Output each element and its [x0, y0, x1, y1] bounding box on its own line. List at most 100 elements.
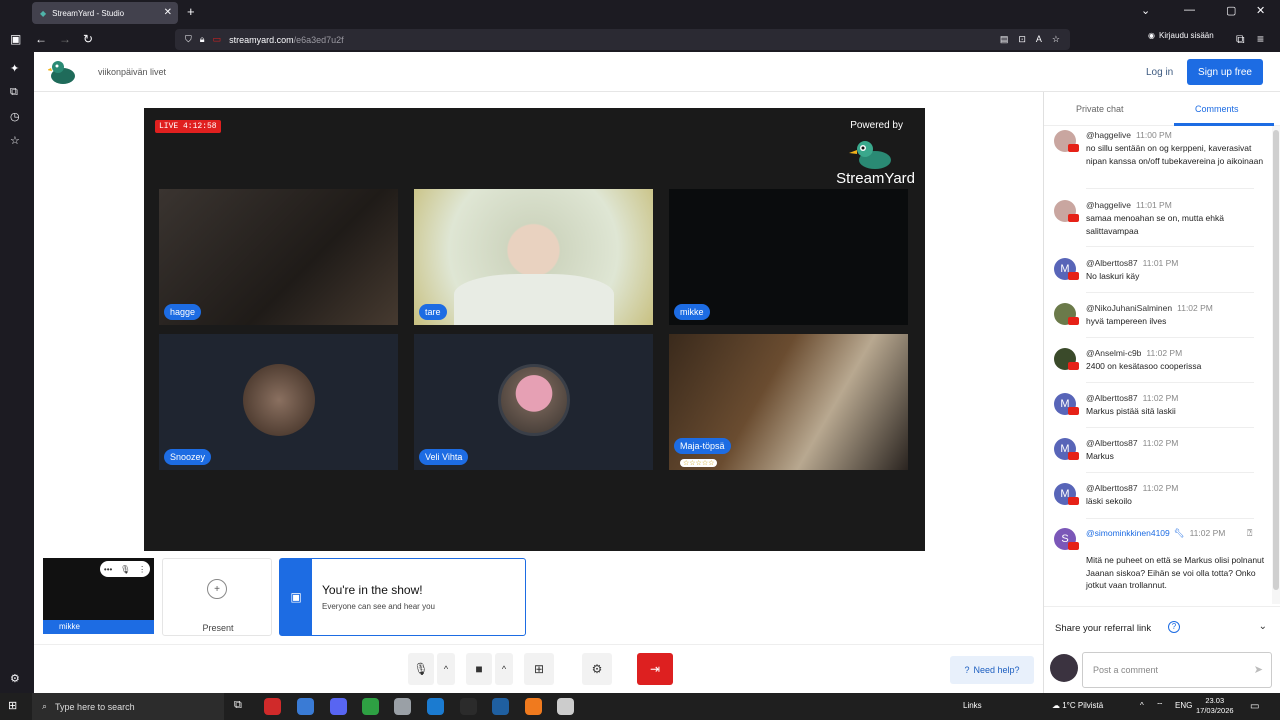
youtube-icon [1068, 317, 1079, 325]
notifications-icon[interactable]: ▭ [1250, 701, 1259, 712]
youtube-icon [1068, 144, 1079, 152]
participant-tile[interactable]: Snoozey [159, 334, 398, 470]
translate-icon[interactable]: A [1036, 34, 1042, 45]
screenshot-icon[interactable]: ⊡ [1018, 34, 1026, 45]
steam-app-icon[interactable] [492, 698, 509, 715]
bookmark-star-icon[interactable]: ☆ [1052, 34, 1060, 45]
camera-options-button[interactable]: ^ [495, 653, 513, 685]
taskbar-search[interactable]: ⌕ Type here to search [32, 693, 224, 720]
close-tab-icon[interactable]: ✕ [164, 7, 172, 18]
tray-chevron-icon[interactable]: ^ [1140, 701, 1144, 710]
participant-tile[interactable]: Veli Vihta [414, 334, 653, 470]
minimize-icon[interactable]: — [1184, 4, 1195, 16]
settings-gear-icon[interactable]: ⚙ [10, 672, 20, 685]
comment-time: 11:02 PM [1142, 438, 1179, 448]
participant-avatar [243, 364, 315, 436]
task-view-icon[interactable]: ⧉ [234, 699, 242, 712]
app-icon[interactable] [394, 698, 411, 715]
app-icon[interactable] [557, 698, 574, 715]
lock-icon[interactable]: 🔒︎ [200, 34, 205, 45]
comment-action-icon[interactable]: ⍰ [1247, 528, 1252, 539]
list-tabs-icon[interactable]: ⌄ [1141, 4, 1150, 17]
account-button[interactable]: ◉ Kirjaudu sisään [1148, 31, 1214, 40]
bookmarks-icon[interactable]: ☆ [10, 134, 20, 147]
referral-section[interactable]: Share your referral link ? ⌄ [1044, 606, 1280, 650]
present-button[interactable]: + Present [162, 558, 272, 636]
studio-toolbar: 🎙︎ ^ ■ ^ ⊞ ⚙ ⇥ ? Need help? [34, 644, 1044, 693]
browser-tab[interactable]: ◆ StreamYard - Studio ✕ [32, 2, 178, 24]
ai-sparkle-icon[interactable]: ✦ [10, 62, 19, 75]
maximize-icon[interactable]: ▢ [1226, 4, 1236, 17]
network-icon[interactable]: ⌔ [1156, 701, 1164, 711]
participant-tile[interactable]: Maja-töpsä ☆☆☆☆☆ [669, 334, 908, 470]
links-toolbar[interactable]: Links [963, 701, 982, 710]
send-icon[interactable]: ➤ [1254, 663, 1263, 676]
app-icon[interactable] [362, 698, 379, 715]
weather-widget[interactable]: ☁ 1°C Pilvistä [1052, 701, 1103, 710]
self-view-controls[interactable]: ••• 🎙︎ ⋮ [100, 561, 150, 577]
mic-button[interactable]: 🎙︎ [408, 653, 434, 685]
menu-icon[interactable]: ≡ [1257, 32, 1264, 46]
tab-comments[interactable]: Comments [1195, 104, 1239, 114]
close-window-icon[interactable]: ✕ [1256, 4, 1265, 17]
leave-studio-button[interactable]: ⇥ [637, 653, 673, 685]
permissions-icon[interactable]: ▭ [213, 34, 222, 45]
tabs-icon[interactable]: ⧉ [10, 86, 18, 99]
comment-time: 11:02 PM [1142, 393, 1179, 403]
camera-button[interactable]: ■ [466, 653, 492, 685]
live-badge: LIVE 4:12:58 [155, 120, 221, 133]
help-button[interactable]: ? Need help? [950, 656, 1034, 684]
comment-divider [1086, 472, 1254, 473]
comment-divider [1086, 188, 1254, 189]
system-clock[interactable]: 23.03 17/03/2026 [1196, 696, 1234, 716]
mic-options-button[interactable]: ^ [437, 653, 455, 685]
comment-author: @haggelive [1086, 200, 1132, 210]
mic-icon[interactable]: 🎙︎ [120, 565, 130, 574]
comment-divider [1086, 518, 1254, 519]
comment-input[interactable]: Post a comment ➤ [1082, 652, 1272, 688]
streamyard-duck-logo-icon[interactable] [48, 58, 78, 86]
comments-scrollbar[interactable] [1272, 126, 1280, 604]
streamyard-favicon-icon: ◆ [40, 8, 47, 18]
app-icon[interactable] [297, 698, 314, 715]
url-path: /e6a3ed7u2f [293, 34, 344, 45]
help-icon[interactable]: ? [1168, 621, 1180, 633]
new-tab-icon[interactable]: + [187, 4, 195, 19]
address-bar[interactable]: ⛉ 🔒︎ ▭ streamyard.com/e6a3ed7u2f ▤ ⊡ A ☆ [175, 29, 1070, 50]
camera-icon: ■ [475, 662, 483, 676]
settings-button[interactable]: ⚙ [582, 653, 612, 685]
scrollbar-thumb[interactable] [1273, 130, 1279, 590]
firefox-app-icon[interactable] [525, 698, 542, 715]
app-icon[interactable] [460, 698, 477, 715]
self-view-tile[interactable]: ••• 🎙︎ ⋮ mikke [43, 558, 154, 634]
participant-tile[interactable]: mikke [669, 189, 908, 325]
sidebar-toggle-icon[interactable]: ▣ [10, 32, 21, 46]
tab-private-chat[interactable]: Private chat [1076, 104, 1124, 114]
comment-time: 11:02 PM [1146, 348, 1183, 358]
back-icon[interactable]: ← [35, 32, 47, 46]
reload-icon[interactable]: ↻ [83, 32, 93, 46]
signup-button[interactable]: Sign up free [1187, 59, 1263, 85]
chevron-down-icon[interactable]: ⌄ [1259, 621, 1267, 632]
comment-time: 11:02 PM [1177, 303, 1213, 313]
more-options-icon[interactable]: ⋮ [138, 565, 146, 574]
opera-app-icon[interactable] [264, 698, 281, 715]
windows-start-icon[interactable]: ⊞ [8, 699, 17, 712]
participant-tile[interactable]: tare [414, 189, 653, 325]
reader-view-icon[interactable]: ▤ [1000, 34, 1009, 45]
page-header: viikonpäivän livet Log in Sign up free [34, 52, 1280, 92]
discord-app-icon[interactable] [330, 698, 347, 715]
extensions-icon[interactable]: ⧉ [1236, 32, 1245, 47]
language-indicator[interactable]: ENG [1175, 701, 1192, 710]
forward-icon[interactable]: → [59, 32, 71, 46]
cloud-icon: ☁ [1052, 701, 1060, 710]
comment-text: Markus pistää sitä laskii [1086, 406, 1176, 416]
edge-app-icon[interactable] [427, 698, 444, 715]
help-icon: ? [964, 665, 970, 675]
login-link[interactable]: Log in [1146, 67, 1173, 78]
participant-tile[interactable]: hagge [159, 189, 398, 325]
history-icon[interactable]: ◷ [10, 110, 20, 123]
youtube-icon [1068, 497, 1079, 505]
share-screen-button[interactable]: ⊞ [524, 653, 554, 685]
shield-icon[interactable]: ⛉ [185, 34, 192, 45]
